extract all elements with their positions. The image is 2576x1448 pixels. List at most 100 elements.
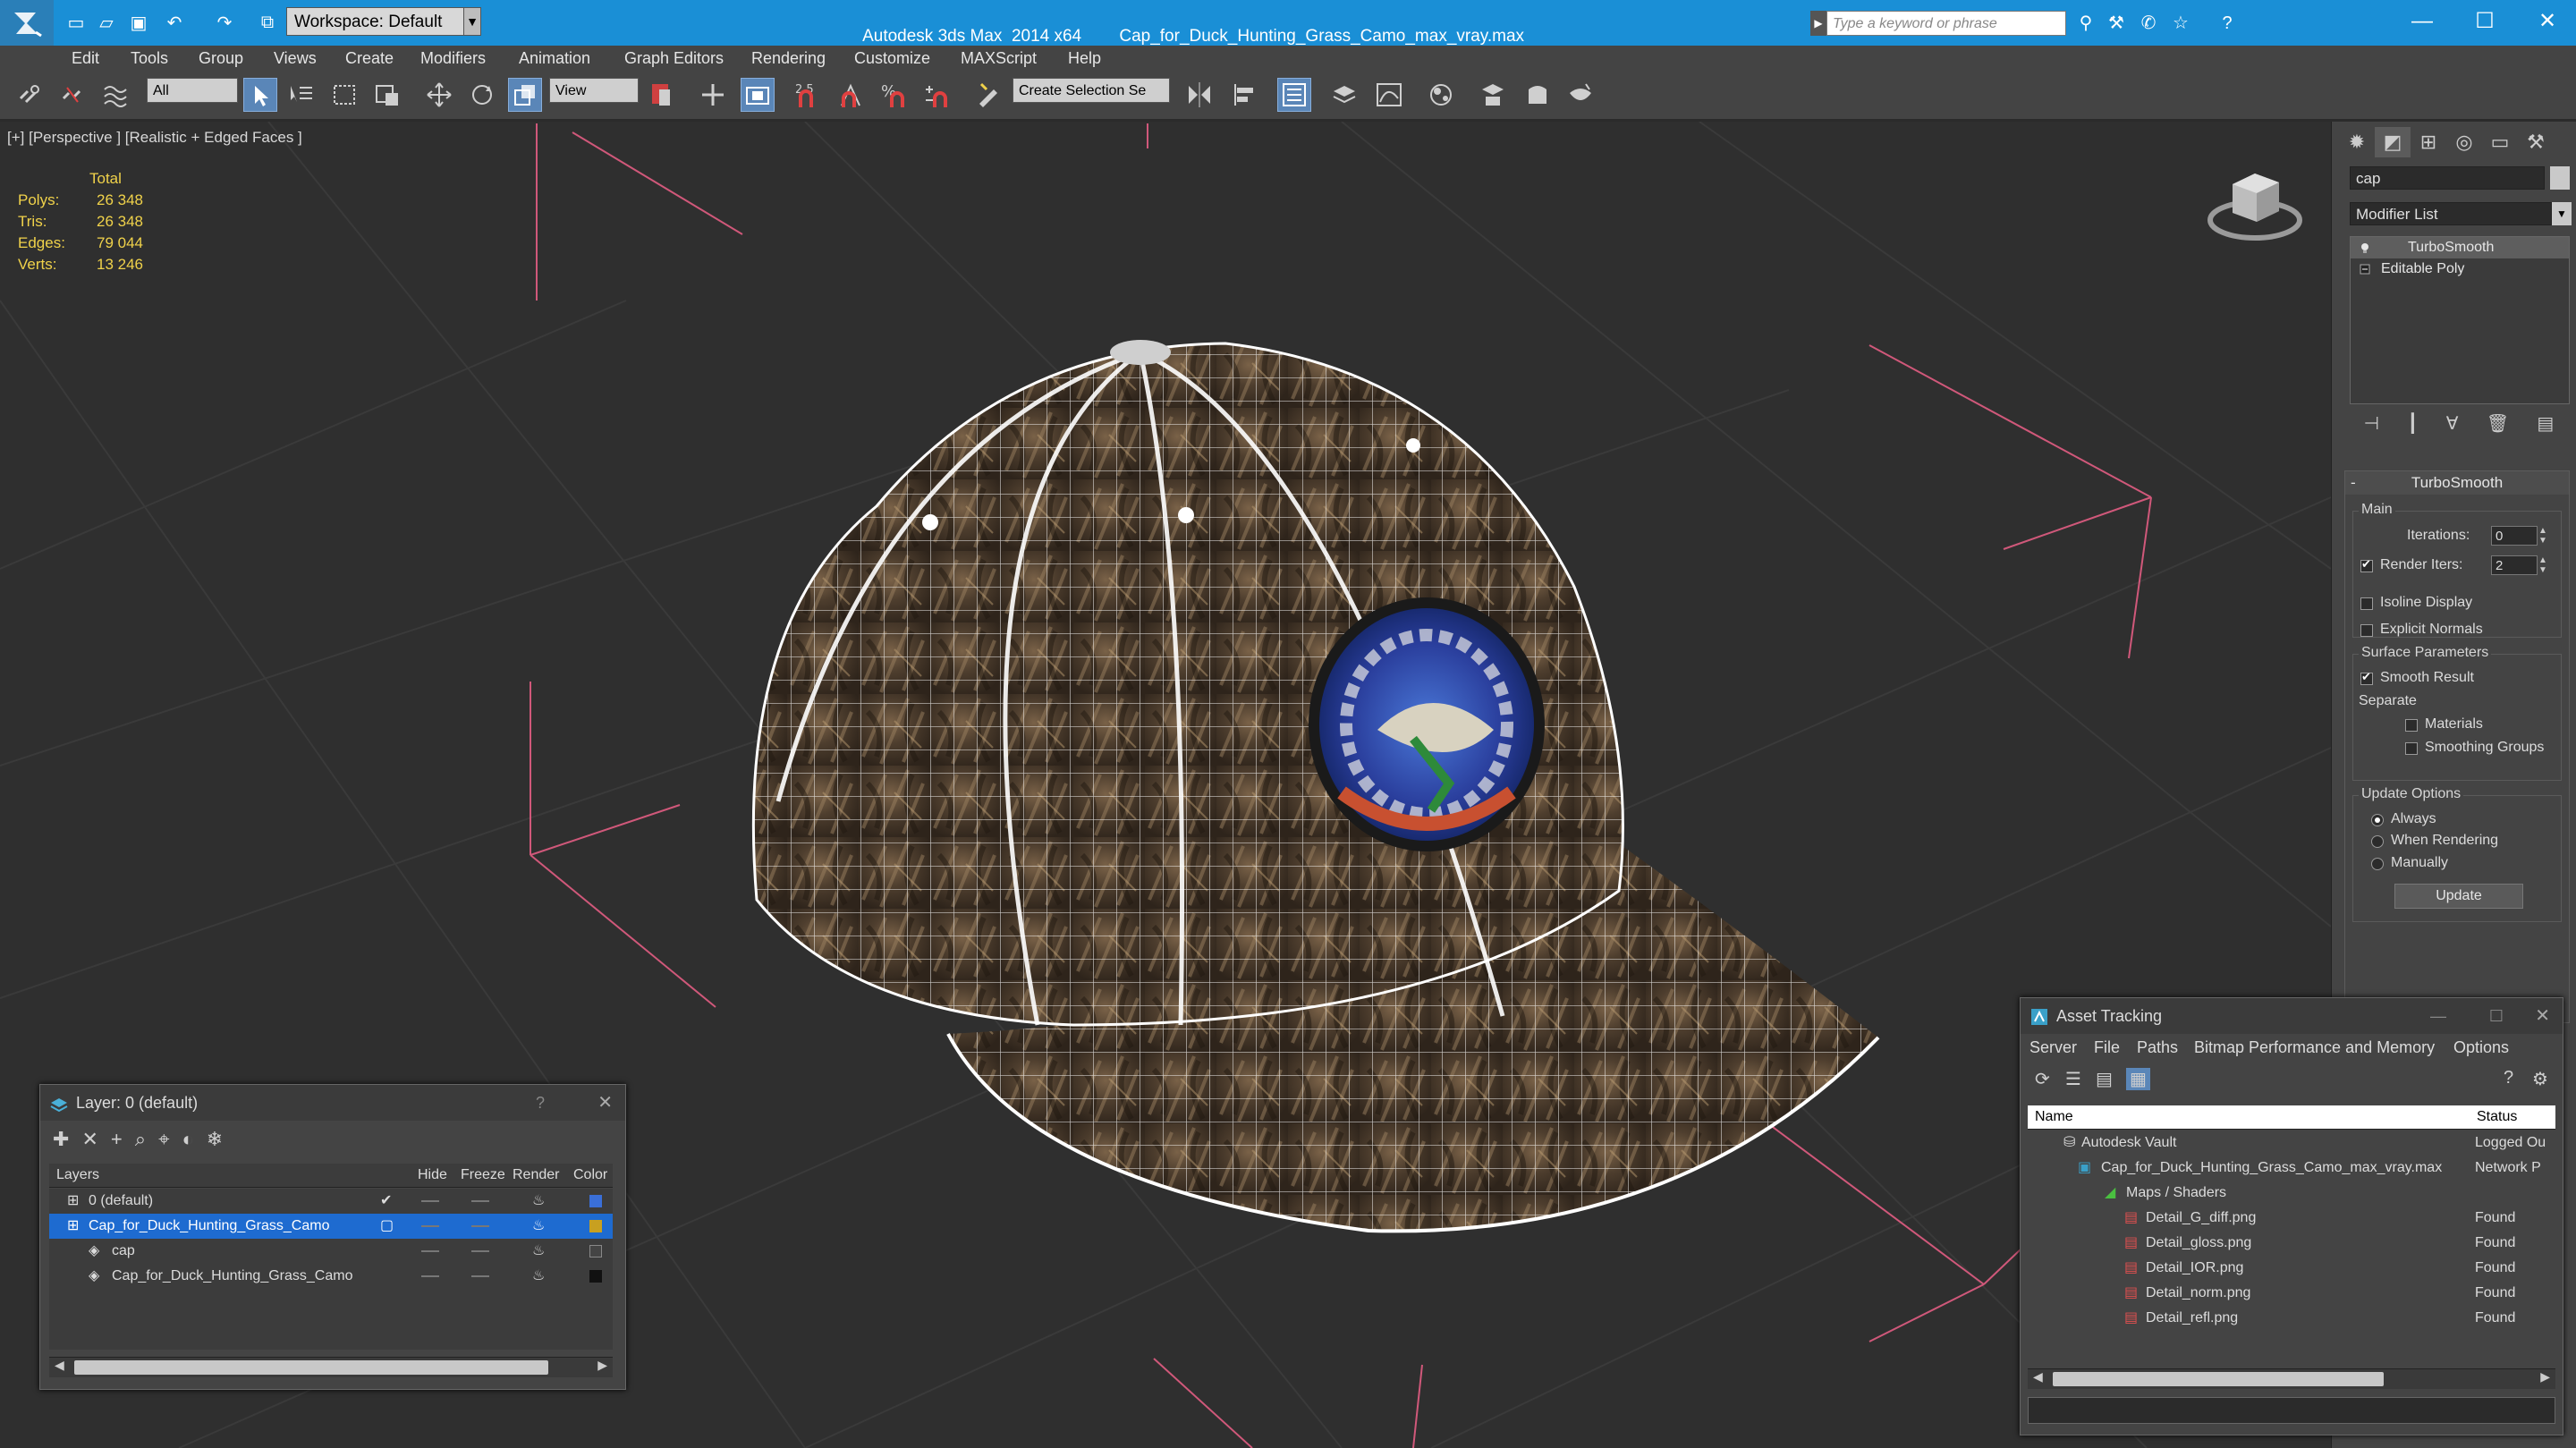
app-logo-icon[interactable] — [0, 0, 54, 46]
select-by-name-icon[interactable] — [284, 78, 318, 112]
menu-create[interactable]: Create — [345, 46, 394, 71]
close-window-icon[interactable]: ✕ — [2521, 4, 2574, 39]
modifier-list-dropdown[interactable]: Modifier List — [2350, 202, 2552, 225]
update-when-rendering-radio[interactable] — [2371, 835, 2384, 848]
stack-item-editable-poly[interactable]: Editable Poly — [2351, 258, 2569, 280]
scrollbar-thumb[interactable] — [2053, 1372, 2384, 1386]
render-iters-checkbox[interactable] — [2360, 557, 2373, 572]
menu-paths[interactable]: Paths — [2137, 1034, 2178, 1061]
show-end-result-icon[interactable]: ┃ — [2407, 412, 2418, 435]
maximize-window-icon[interactable]: ☐ — [2458, 4, 2512, 39]
reference-coordinate-dropdown[interactable]: View — [549, 78, 639, 103]
chevron-down-icon[interactable]: ▼ — [2552, 202, 2572, 225]
menu-customize[interactable]: Customize — [854, 46, 930, 71]
isoline-display-checkbox[interactable] — [2360, 597, 2373, 610]
maximize-window-icon[interactable]: ☐ — [2489, 998, 2504, 1034]
select-manipulate-icon[interactable] — [696, 78, 730, 112]
help-icon[interactable]: ? — [536, 1085, 545, 1121]
current-layer-box-icon[interactable]: ▢ — [380, 1214, 394, 1239]
update-always-radio[interactable] — [2371, 814, 2384, 826]
motion-tab-icon[interactable]: ◎ — [2446, 127, 2482, 157]
render-teapot-icon[interactable]: ♨ — [532, 1239, 545, 1264]
chevron-right-icon[interactable]: ▶ — [2540, 1369, 2550, 1384]
modify-tab-icon[interactable]: ◩ — [2375, 127, 2411, 157]
highlight-layer-icon[interactable]: ⌖ — [158, 1128, 169, 1156]
layer-row[interactable]: ⊞ 0 (default) ✔ ♨ — [49, 1189, 613, 1214]
undo-icon[interactable]: ↶ — [161, 9, 188, 36]
unlink-icon[interactable] — [55, 78, 89, 112]
display-tab-icon[interactable]: ▭ — [2482, 127, 2518, 157]
link-icon[interactable] — [13, 78, 47, 112]
redo-icon[interactable]: ↷ — [211, 9, 238, 36]
edit-named-selection-icon[interactable] — [971, 78, 1005, 112]
horizontal-scrollbar[interactable]: ◀ ▶ — [49, 1357, 613, 1377]
stack-item-turbosmooth[interactable]: TurboSmooth — [2351, 237, 2569, 258]
favorites-star-icon[interactable]: ☆ — [2168, 11, 2193, 36]
save-file-icon[interactable]: ▣ — [125, 9, 152, 36]
close-icon[interactable]: ✕ — [597, 1085, 613, 1121]
mirror-icon[interactable] — [1182, 78, 1216, 112]
utilities-tab-icon[interactable]: ⚒ — [2518, 127, 2554, 157]
render-production-icon[interactable] — [1563, 78, 1597, 112]
curve-editor-icon[interactable] — [1372, 78, 1406, 112]
bind-space-warp-icon[interactable] — [98, 78, 132, 112]
asset-row[interactable]: ▤ Detail_norm.png Found — [2028, 1281, 2555, 1306]
select-object-icon[interactable] — [243, 78, 277, 112]
select-objects-in-layer-icon[interactable]: ⌕ — [135, 1128, 146, 1156]
menu-maxscript[interactable]: MAXScript — [961, 46, 1037, 71]
search-expand-icon[interactable]: ▶ — [1810, 11, 1826, 36]
menu-options[interactable]: Options — [2453, 1034, 2509, 1061]
asset-row[interactable]: ⛁ Autodesk Vault Logged Ou — [2028, 1130, 2555, 1156]
update-button[interactable]: Update — [2394, 884, 2523, 909]
material-editor-icon[interactable] — [1424, 78, 1458, 112]
menu-help[interactable]: Help — [1068, 46, 1101, 71]
menu-rendering[interactable]: Rendering — [751, 46, 826, 71]
separate-smoothing-groups-checkbox[interactable] — [2405, 742, 2418, 755]
subscription-icon[interactable]: ⚒ — [2104, 11, 2129, 36]
open-file-icon[interactable]: ▱ — [93, 9, 120, 36]
align-icon[interactable] — [1227, 78, 1261, 112]
menu-views[interactable]: Views — [274, 46, 317, 71]
chevron-left-icon[interactable]: ◀ — [55, 1358, 64, 1373]
menu-group[interactable]: Group — [199, 46, 243, 71]
render-teapot-icon[interactable]: ♨ — [532, 1214, 545, 1239]
hide-unhide-all-icon[interactable]: ◐ — [182, 1128, 193, 1156]
separate-materials-checkbox[interactable] — [2405, 719, 2418, 732]
spinner-arrows-icon[interactable]: ▲ ▼ — [2538, 555, 2548, 575]
percent-snap-icon[interactable]: % — [877, 78, 911, 112]
expand-icon[interactable] — [2360, 264, 2370, 275]
refresh-icon[interactable]: ⟳ — [2035, 1068, 2050, 1090]
viewcube-icon[interactable] — [2206, 157, 2304, 247]
layer-row[interactable]: ◈ cap ♨ — [49, 1239, 613, 1264]
scale-icon[interactable] — [508, 78, 542, 112]
update-manually-radio[interactable] — [2371, 858, 2384, 870]
layer-row[interactable]: ⊞ Cap_for_Duck_Hunting_Grass_Camo ▢ ♨ — [49, 1214, 613, 1239]
communication-icon[interactable]: ✆ — [2136, 11, 2161, 36]
menu-tools[interactable]: Tools — [131, 46, 168, 71]
rendered-frame-window-icon[interactable] — [1521, 78, 1555, 112]
minimize-window-icon[interactable]: — — [2395, 4, 2449, 39]
menu-edit[interactable]: Edit — [72, 46, 99, 71]
menu-animation[interactable]: Animation — [519, 46, 590, 71]
render-teapot-icon[interactable]: ♨ — [532, 1264, 545, 1289]
rect-selection-region-icon[interactable] — [327, 78, 361, 112]
minimize-window-icon[interactable]: — — [2430, 998, 2446, 1034]
new-file-icon[interactable]: ▭ — [63, 9, 89, 36]
keyboard-shortcut-override-icon[interactable] — [741, 78, 775, 112]
cap-model[interactable] — [751, 340, 1880, 1233]
current-layer-check-icon[interactable]: ✔ — [380, 1189, 392, 1214]
layer-explorer-icon[interactable] — [1327, 78, 1361, 112]
object-color-swatch[interactable] — [2550, 166, 2570, 190]
chevron-right-icon[interactable]: ▶ — [597, 1358, 607, 1373]
layer-color-swatch[interactable] — [589, 1270, 602, 1283]
render-iters-spinner[interactable]: 2 — [2491, 555, 2538, 575]
close-icon[interactable]: ✕ — [2535, 998, 2550, 1034]
rotate-icon[interactable] — [465, 78, 499, 112]
help-icon[interactable]: ? — [2504, 1068, 2513, 1088]
pin-stack-icon[interactable]: ⊣ — [2364, 412, 2379, 435]
explicit-normals-checkbox[interactable] — [2360, 624, 2373, 637]
table-view-icon[interactable]: ▦ — [2126, 1068, 2150, 1090]
add-to-layer-icon[interactable]: + — [111, 1128, 123, 1156]
delete-layer-icon[interactable]: ✕ — [81, 1128, 97, 1156]
window-crossing-icon[interactable] — [370, 78, 404, 112]
